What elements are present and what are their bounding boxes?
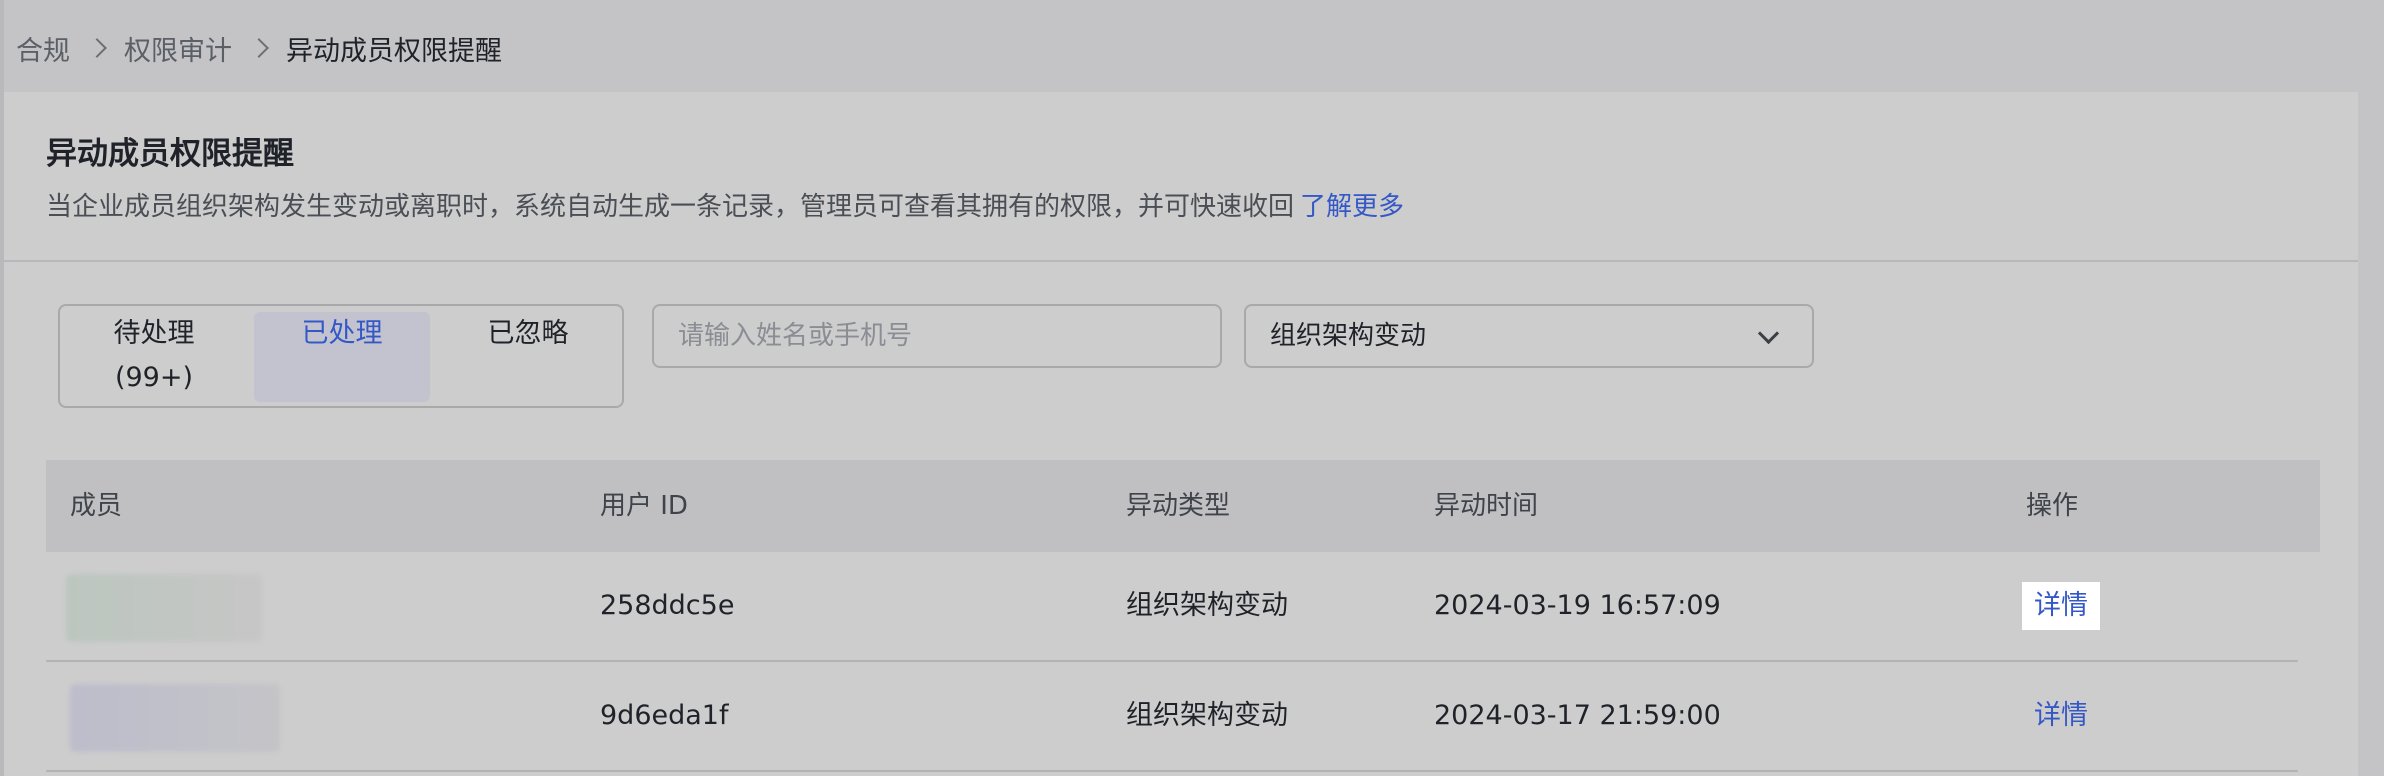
description-text: 当企业成员组织架构发生变动或离职时，系统自动生成一条记录，管理员可查看其拥有的权… xyxy=(46,192,1295,222)
user-id-cell: 9d6eda1f xyxy=(600,700,729,731)
page-description: 当企业成员组织架构发生变动或离职时，系统自动生成一条记录，管理员可查看其拥有的权… xyxy=(46,186,1404,223)
chevron-right-icon xyxy=(249,38,269,58)
member-avatar-blurred xyxy=(70,684,280,752)
table-row: 9d6eda1f 组织架构变动 2024-03-17 21:59:00 详情 xyxy=(46,662,2298,772)
segment-ignored[interactable]: 已忽略 xyxy=(440,312,616,402)
learn-more-link[interactable]: 了解更多 xyxy=(1300,192,1404,222)
page-header: 异动成员权限提醒 当企业成员组织架构发生变动或离职时，系统自动生成一条记录，管理… xyxy=(4,92,2358,262)
breadcrumb: 合规 权限审计 异动成员权限提醒 xyxy=(16,28,502,68)
member-avatar-blurred xyxy=(66,574,262,642)
column-header-change-type: 异动类型 xyxy=(1126,491,1231,521)
change-type-select-value: 组织架构变动 xyxy=(1270,321,1427,351)
segment-processed-label: 已处理 xyxy=(301,318,383,349)
change-type-cell: 组织架构变动 xyxy=(1126,590,1288,621)
column-header-actions: 操作 xyxy=(2026,491,2079,521)
breadcrumb-item-current: 异动成员权限提醒 xyxy=(286,35,502,67)
table-header: 成员 用户 ID 异动类型 异动时间 操作 xyxy=(46,460,2320,552)
change-type-cell: 组织架构变动 xyxy=(1126,700,1288,731)
content-card: 异动成员权限提醒 当企业成员组织架构发生变动或离职时，系统自动生成一条记录，管理… xyxy=(4,92,2358,776)
status-segmented-control: 待处理 (99+) 已处理 已忽略 xyxy=(58,304,624,408)
change-time-cell: 2024-03-17 21:59:00 xyxy=(1434,700,1721,731)
records-table: 成员 用户 ID 异动类型 异动时间 操作 258ddc5e 组织架构变动 20… xyxy=(46,460,2320,772)
segment-ignored-label: 已忽略 xyxy=(487,318,569,349)
user-id-cell: 258ddc5e xyxy=(600,590,735,621)
search-input[interactable] xyxy=(652,304,1222,368)
segment-pending-label: 待处理 xyxy=(113,318,195,349)
column-header-member: 成员 xyxy=(70,491,123,521)
breadcrumb-item-compliance[interactable]: 合规 xyxy=(16,29,70,68)
details-link[interactable]: 详情 xyxy=(2034,662,2088,770)
details-link[interactable]: 详情 xyxy=(2022,582,2100,630)
column-header-user-id: 用户 ID xyxy=(600,491,688,521)
chevron-down-icon xyxy=(1757,322,1780,345)
segment-processed[interactable]: 已处理 xyxy=(254,312,430,402)
page-title: 异动成员权限提醒 xyxy=(46,136,294,172)
change-type-select[interactable]: 组织架构变动 xyxy=(1244,304,1814,368)
table-row: 258ddc5e 组织架构变动 2024-03-19 16:57:09 详情 xyxy=(46,552,2298,662)
segment-pending[interactable]: 待处理 (99+) xyxy=(66,312,242,402)
breadcrumb-item-permission-audit[interactable]: 权限审计 xyxy=(124,29,232,68)
actions-cell: 详情 xyxy=(2022,552,2100,630)
actions-cell: 详情 xyxy=(2034,662,2088,770)
column-header-change-time: 异动时间 xyxy=(1434,491,1539,521)
segment-pending-count: (99+) xyxy=(114,362,194,393)
change-time-cell: 2024-03-19 16:57:09 xyxy=(1434,590,1721,621)
chevron-right-icon xyxy=(87,38,107,58)
